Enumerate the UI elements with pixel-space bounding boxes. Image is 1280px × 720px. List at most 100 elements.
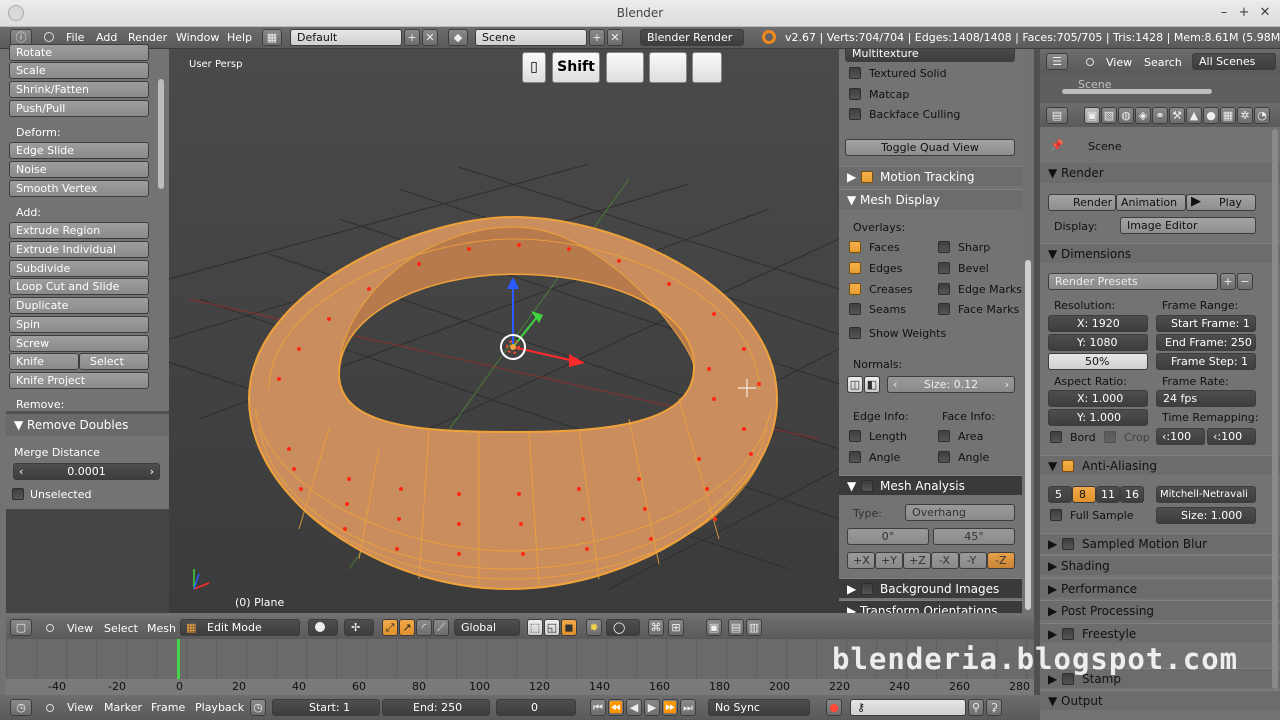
timeline-editor-icon[interactable]: ◷ — [10, 699, 32, 716]
modifiers-tab-icon[interactable]: ⚒ — [1169, 107, 1185, 124]
add-scene-icon[interactable]: + — [589, 29, 605, 46]
tool-duplicate[interactable]: Duplicate — [9, 297, 149, 314]
tool-scale[interactable]: Scale — [9, 62, 149, 79]
unselected-checkbox[interactable] — [12, 488, 24, 500]
record-icon[interactable]: ● — [826, 699, 842, 716]
full-sample-checkbox[interactable] — [1050, 509, 1062, 521]
object-tab-icon[interactable]: ◈ — [1135, 107, 1151, 124]
motion-tracking-header[interactable]: ▶ Motion Tracking — [839, 166, 1022, 186]
aa-size-field[interactable]: Size: 1.000 — [1156, 507, 1256, 524]
resolution-y-field[interactable]: Y: 1080 — [1048, 334, 1148, 351]
timeline-menu-marker[interactable]: Marker — [104, 701, 142, 714]
render-section-header[interactable]: ▼ Render — [1040, 163, 1280, 183]
timeline-menu-view[interactable]: View — [67, 701, 93, 714]
keying-set-field[interactable]: ⚷ — [850, 699, 966, 716]
maximize-icon[interactable]: + — [1236, 5, 1252, 21]
tool-screw[interactable]: Screw — [9, 335, 149, 352]
decrement-icon[interactable]: ‹ — [19, 464, 23, 479]
world-tab-icon[interactable]: ◍ — [1118, 107, 1134, 124]
render-tab-icon[interactable]: ▣ — [1084, 107, 1100, 124]
bevel-checkbox[interactable] — [938, 262, 950, 274]
show-weights-checkbox[interactable] — [849, 327, 861, 339]
resolution-percent-field[interactable]: 50% — [1048, 353, 1148, 370]
view3d-menu-select[interactable]: Select — [104, 622, 138, 635]
start-frame-input[interactable]: Start: 1 — [272, 699, 380, 716]
border-checkbox[interactable] — [1050, 431, 1062, 443]
sampled-motion-blur-header[interactable]: ▶ Sampled Motion Blur — [1040, 533, 1280, 553]
screen-layout-icon[interactable]: ▦ — [262, 29, 282, 46]
render-presets-select[interactable]: Render Presets — [1048, 273, 1218, 290]
vertex-normals-icon[interactable]: ◫ — [847, 376, 863, 393]
face-marks-checkbox[interactable] — [938, 303, 950, 315]
layout-field[interactable]: Default — [290, 29, 402, 46]
close-icon[interactable]: ✕ — [1257, 5, 1273, 21]
tool-knife[interactable]: Knife — [9, 353, 79, 370]
tool-subdivide[interactable]: Subdivide — [9, 260, 149, 277]
current-frame-input[interactable]: 0 — [496, 699, 576, 716]
merge-distance-field[interactable]: ‹ 0.0001 › — [13, 463, 160, 480]
current-frame-line[interactable] — [177, 639, 180, 681]
scene-field[interactable]: Scene — [475, 29, 587, 46]
multitexture-field[interactable]: Multitexture — [845, 49, 1015, 62]
analysis-type-select[interactable]: Overhang — [905, 504, 1015, 521]
freestyle-checkbox[interactable] — [1062, 628, 1074, 640]
axis-plus-x[interactable]: +X — [847, 552, 875, 569]
anti-aliasing-checkbox[interactable] — [1062, 460, 1074, 472]
mesh-display-header[interactable]: ▼ Mesh Display — [839, 189, 1022, 209]
npanel-scrollbar[interactable] — [1025, 260, 1031, 610]
area-checkbox[interactable] — [938, 430, 950, 442]
collapse-menu-icon[interactable] — [44, 32, 54, 42]
add-preset-icon[interactable]: + — [1220, 273, 1236, 290]
face-normals-icon[interactable]: ◧ — [864, 376, 880, 393]
outliner-filter-select[interactable]: All Scenes — [1192, 53, 1276, 70]
axis-plus-y[interactable]: +Y — [875, 552, 903, 569]
outliner-menu-search[interactable]: Search — [1144, 56, 1182, 69]
viewport-shading-select[interactable] — [308, 619, 338, 636]
output-header[interactable]: ▼ Output — [1040, 690, 1280, 710]
remove-preset-icon[interactable]: − — [1237, 273, 1253, 290]
pin-icon[interactable]: 📌 — [1050, 139, 1064, 152]
tool-knife-select[interactable]: Select — [79, 353, 149, 370]
constraints-tab-icon[interactable]: ⚭ — [1152, 107, 1168, 124]
sync-mode-select[interactable]: No Sync — [708, 699, 810, 716]
tool-spin[interactable]: Spin — [9, 316, 149, 333]
aa-samples-8[interactable]: 8 — [1072, 486, 1096, 503]
animation-button[interactable]: Animation — [1116, 194, 1186, 211]
opengl-render-icon[interactable]: ▣ — [706, 619, 722, 636]
outliner-editor-icon[interactable]: ☰ — [1046, 53, 1068, 70]
jump-end-icon[interactable]: ⏭ — [680, 699, 696, 716]
material-tab-icon[interactable]: ● — [1203, 107, 1219, 124]
snap-element-icon[interactable]: ⊞ — [668, 619, 684, 636]
display-select[interactable]: Image Editor — [1120, 217, 1256, 234]
edge-marks-checkbox[interactable] — [938, 283, 950, 295]
tool-extrude-region[interactable]: Extrude Region — [9, 222, 149, 239]
insert-keyframe-icon[interactable]: ⚲ — [968, 699, 984, 716]
motion-blur-checkbox[interactable] — [1062, 538, 1074, 550]
edge-angle-checkbox[interactable] — [849, 451, 861, 463]
background-images-checkbox[interactable] — [861, 583, 873, 595]
length-checkbox[interactable] — [849, 430, 861, 442]
transform-orientations-header[interactable]: ▶ Transform Orientations — [839, 600, 1022, 613]
frame-rate-select[interactable]: 24 fps — [1156, 390, 1256, 407]
translate-manipulator-icon[interactable]: ↗ — [399, 619, 415, 636]
tool-knife-project[interactable]: Knife Project — [9, 372, 149, 389]
motion-tracking-checkbox[interactable] — [861, 171, 873, 183]
faces-checkbox[interactable] — [849, 241, 861, 253]
axis-plus-z[interactable]: +Z — [903, 552, 931, 569]
mesh-analysis-checkbox[interactable] — [861, 480, 873, 492]
view3d-menu-mesh[interactable]: Mesh — [147, 622, 176, 635]
properties-editor-icon[interactable]: ▤ — [1046, 107, 1068, 124]
anti-aliasing-header[interactable]: ▼ Anti-Aliasing — [1040, 455, 1280, 475]
face-angle-checkbox[interactable] — [938, 451, 950, 463]
render-engine-select[interactable]: Blender Render — [640, 29, 744, 46]
delete-keyframe-icon[interactable]: ⚳ — [986, 699, 1002, 716]
increment-icon[interactable]: › — [1005, 377, 1009, 392]
axis-minus-z[interactable]: -Z — [987, 552, 1015, 569]
opengl-anim-icon[interactable]: ▤ — [728, 619, 744, 636]
outliner-hscrollbar[interactable] — [1062, 89, 1212, 94]
tool-rotate[interactable]: Rotate — [9, 44, 149, 61]
frame-step-field[interactable]: Frame Step: 1 — [1156, 353, 1256, 370]
backface-culling-checkbox[interactable] — [849, 108, 861, 120]
remap-new-field[interactable]: ‹:100 — [1207, 428, 1256, 445]
particles-tab-icon[interactable]: ✲ — [1237, 107, 1253, 124]
